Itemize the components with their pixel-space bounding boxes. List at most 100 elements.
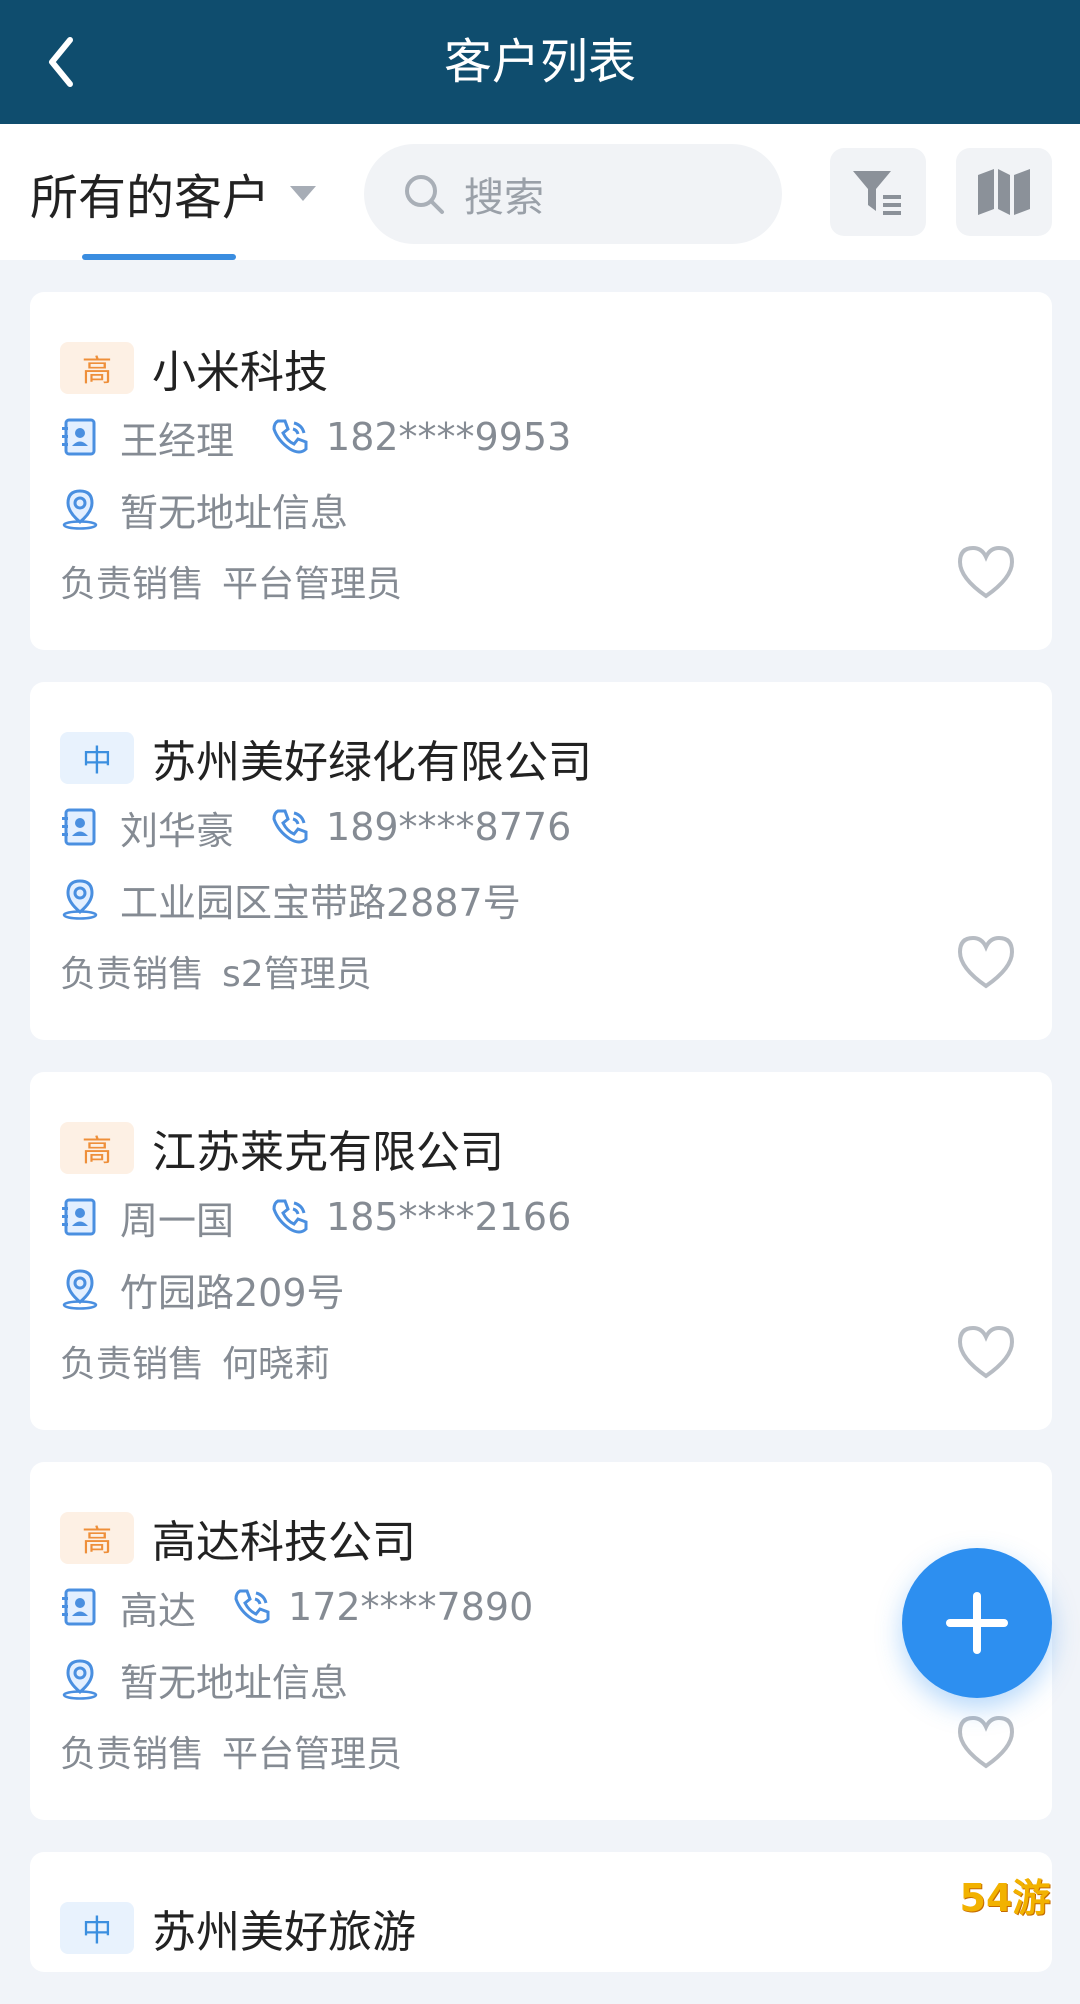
contact-name: 周一国 [120,1198,235,1243]
contact-name: 刘华豪 [120,808,235,853]
company-name: 小米科技 [152,347,328,398]
phone-button[interactable] [232,1587,272,1627]
phone-button[interactable] [270,1197,310,1237]
level-badge: 高 [60,1512,134,1564]
favorite-button[interactable] [954,1322,1018,1382]
heart-icon [957,1325,1015,1379]
sales-owner: 何晓莉 [222,1344,331,1385]
favorite-button[interactable] [954,932,1018,992]
toolbar: 所有的客户 搜索 [0,124,1080,260]
plus-icon [946,1592,1008,1654]
filter-button[interactable] [830,148,926,236]
company-name: 苏州美好绿化有限公司 [152,737,592,788]
location-icon-wrap [60,879,100,920]
customer-name-row: 高小米科技 [60,340,328,398]
phone-number[interactable]: 189****8776 [326,805,571,849]
level-badge: 高 [60,1122,134,1174]
map-button[interactable] [956,148,1052,236]
address-row: 暂无地址信息 [60,484,349,535]
phone-number[interactable]: 182****9953 [326,415,571,459]
contact-card-icon [62,418,96,456]
sales-row: 负责销售 平台管理员 [60,1726,402,1776]
contact-card-icon [62,1198,96,1236]
heart-icon [957,545,1015,599]
address-row: 工业园区宝带路2887号 [60,874,521,925]
customer-card[interactable]: 高小米科技王经理 182****9953 暂无地址信息负责销售 平台管理员 [30,292,1052,650]
address-row: 竹园路209号 [60,1264,345,1315]
favorite-button[interactable] [954,542,1018,602]
company-name: 高达科技公司 [152,1517,416,1568]
sales-owner: 平台管理员 [222,1734,403,1775]
contact-row: 周一国 185****2166 [60,1192,571,1243]
sales-label: 负责销售 [60,564,205,605]
sales-label: 负责销售 [60,1344,205,1385]
watermark-logo: 54游 [959,1875,1051,1920]
scope-underline [82,254,236,260]
sales-owner: s2管理员 [222,954,372,995]
customer-card[interactable]: 中苏州美好绿化有限公司刘华豪 189****8776 工业园区宝带路2887号负责销… [30,682,1052,1040]
location-icon-wrap [60,1269,100,1310]
location-icon [62,1659,98,1700]
add-customer-button[interactable] [902,1548,1052,1698]
app-header: 客户列表 [0,0,1080,124]
filter-icon [853,171,901,215]
company-name: 苏州美好旅游 [152,1907,416,1958]
address-row: 暂无地址信息 [60,1654,349,1705]
customer-list: 高小米科技 王经理 182****9953 暂无地址信息 负责销售 平台管理员中苏州美好绿… [30,292,1052,2004]
level-badge: 中 [60,1902,134,1954]
scope-dropdown[interactable]: 所有的客户 [30,158,317,228]
phone-button[interactable] [270,807,310,847]
sales-label: 负责销售 [60,1734,205,1775]
level-badge: 中 [60,732,134,784]
search-icon [405,175,444,214]
scope-label: 所有的客户 [30,170,271,226]
contact-card-icon-wrap [60,417,100,457]
phone-number[interactable]: 172****7890 [288,1585,533,1629]
phone-icon [234,1589,270,1624]
phone-number[interactable]: 185****2166 [326,1195,571,1239]
phone-icon [272,419,308,454]
customer-name-row: 中苏州美好旅游 [60,1900,416,1958]
map-icon [978,169,1030,215]
contact-name: 王经理 [120,418,235,463]
contact-row: 刘华豪 189****8776 [60,802,571,853]
search-placeholder: 搜索 [464,175,544,221]
phone-icon [272,809,308,844]
address-text: 工业园区宝带路2887号 [120,880,521,925]
heart-icon [957,1715,1015,1769]
company-name: 江苏莱克有限公司 [152,1127,504,1178]
location-icon [62,1269,98,1310]
sales-row: 负责销售 平台管理员 [60,556,402,606]
chevron-down-icon [290,185,317,201]
page-title: 客户列表 [443,34,636,90]
customer-name-row: 高高达科技公司 [60,1510,416,1568]
address-text: 暂无地址信息 [120,1660,349,1705]
sales-owner: 平台管理员 [222,564,403,605]
contact-card-icon-wrap [60,807,100,847]
contact-card-icon [62,1588,96,1626]
address-text: 竹园路209号 [120,1270,345,1315]
sales-row: 负责销售 何晓莉 [60,1336,330,1386]
customer-card[interactable]: 中苏州美好旅游 [30,1852,1052,1972]
favorite-button[interactable] [954,1712,1018,1772]
phone-icon [272,1199,308,1234]
location-icon-wrap [60,1659,100,1700]
contact-row: 高达 172****7890 [60,1582,533,1633]
contact-card-icon-wrap [60,1197,100,1237]
phone-button[interactable] [270,417,310,457]
customer-name-row: 高江苏莱克有限公司 [60,1120,504,1178]
search-input[interactable]: 搜索 [364,144,782,244]
contact-card-icon-wrap [60,1587,100,1627]
contact-name: 高达 [120,1588,197,1633]
sales-row: 负责销售 s2管理员 [60,946,372,996]
location-icon [62,489,98,530]
contact-card-icon [62,808,96,846]
customer-card[interactable]: 高江苏莱克有限公司周一国 185****2166 竹园路209号负责销售 何晓莉 [30,1072,1052,1430]
level-badge: 高 [60,342,134,394]
sales-label: 负责销售 [60,954,205,995]
customer-card[interactable]: 高高达科技公司高达 172****7890 暂无地址信息负责销售 平台管理员 [30,1462,1052,1820]
location-icon [62,879,98,920]
address-text: 暂无地址信息 [120,490,349,535]
contact-row: 王经理 182****9953 [60,412,571,463]
location-icon-wrap [60,489,100,530]
